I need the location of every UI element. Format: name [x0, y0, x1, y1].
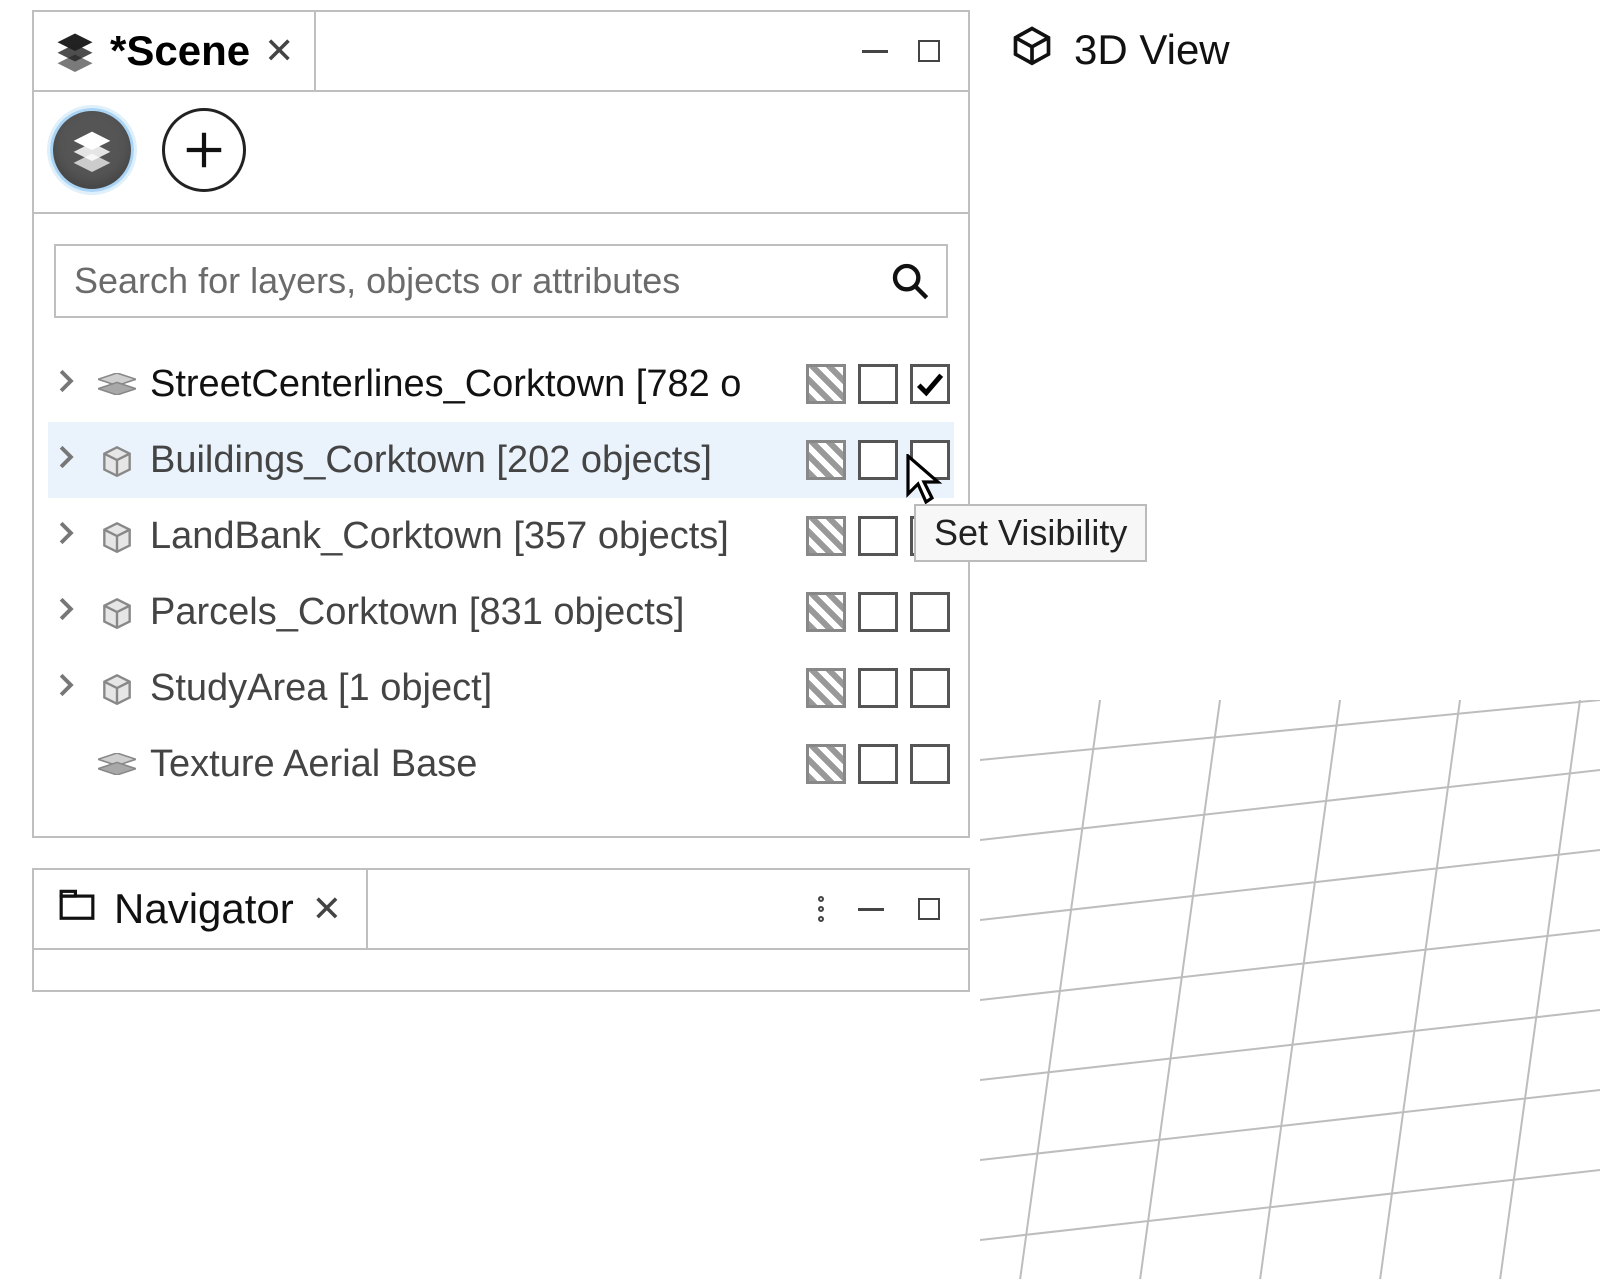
search-row [34, 214, 968, 336]
layer-row[interactable]: Buildings_Corktown [202 objects] [48, 422, 954, 498]
layer-label: LandBank_Corktown [357 objects] [150, 515, 796, 558]
cube-icon [94, 441, 140, 479]
color-swatch[interactable] [806, 744, 846, 784]
visibility-tooltip: Set Visibility [914, 504, 1147, 562]
navigator-panel: Navigator ✕ [32, 868, 970, 992]
planes-icon [94, 373, 140, 395]
add-button[interactable] [162, 108, 246, 192]
layer-toggles [806, 592, 954, 632]
viewport-tab-title: 3D View [1074, 26, 1230, 74]
layer-label: Buildings_Corktown [202 objects] [150, 439, 796, 482]
cube-icon [94, 593, 140, 631]
color-swatch[interactable] [806, 364, 846, 404]
scene-panel: *Scene ✕ [32, 10, 970, 838]
scene-tab-strip: *Scene ✕ [34, 12, 968, 92]
search-input[interactable] [72, 259, 890, 303]
visibility-checkbox[interactable] [910, 668, 950, 708]
search-icon[interactable] [890, 261, 930, 301]
lock-checkbox[interactable] [858, 592, 898, 632]
navigator-tab-title: Navigator [114, 885, 294, 933]
color-swatch[interactable] [806, 592, 846, 632]
scene-tab[interactable]: *Scene ✕ [34, 12, 316, 90]
visibility-checkbox[interactable] [910, 592, 950, 632]
expand-chevron-icon[interactable] [48, 444, 84, 477]
close-icon[interactable]: ✕ [264, 30, 294, 72]
layer-toggles [806, 744, 954, 784]
cube-icon [94, 517, 140, 555]
lock-checkbox[interactable] [858, 364, 898, 404]
layer-toggles [806, 668, 954, 708]
lock-checkbox[interactable] [858, 744, 898, 784]
cube-icon [1010, 23, 1054, 77]
visibility-checkbox[interactable] [910, 364, 950, 404]
layer-label: Parcels_Corktown [831 objects] [150, 591, 796, 634]
color-swatch[interactable] [806, 668, 846, 708]
expand-chevron-icon[interactable] [48, 596, 84, 629]
expand-chevron-icon[interactable] [48, 368, 84, 401]
layer-row[interactable]: Parcels_Corktown [831 objects] [48, 574, 954, 650]
planes-icon [94, 753, 140, 775]
lock-checkbox[interactable] [858, 516, 898, 556]
layer-list: StreetCenterlines_Corktown [782 o Buildi… [34, 336, 968, 836]
scene-tab-title: *Scene [110, 27, 250, 75]
minimize-button[interactable] [862, 50, 888, 53]
search-box[interactable] [54, 244, 948, 318]
layers-icon [54, 30, 96, 72]
layer-toggles [806, 440, 954, 480]
more-options-icon[interactable] [818, 896, 824, 922]
expand-chevron-icon[interactable] [48, 520, 84, 553]
layer-label: Texture Aerial Base [150, 743, 796, 786]
minimize-button[interactable] [858, 908, 884, 911]
layer-row[interactable]: Texture Aerial Base [48, 726, 954, 802]
layer-row[interactable]: LandBank_Corktown [357 objects] [48, 498, 954, 574]
maximize-button[interactable] [918, 40, 940, 62]
layer-row[interactable]: StreetCenterlines_Corktown [782 o [48, 346, 954, 422]
navigator-tab-strip: Navigator ✕ [34, 870, 968, 950]
lock-checkbox[interactable] [858, 668, 898, 708]
lock-checkbox[interactable] [858, 440, 898, 480]
cube-icon [94, 669, 140, 707]
layers-button[interactable] [50, 108, 134, 192]
viewport-tab[interactable]: 3D View [1010, 10, 1600, 90]
color-swatch[interactable] [806, 440, 846, 480]
layer-toggles [806, 364, 954, 404]
viewport-grid [980, 700, 1600, 1279]
folder-icon [58, 885, 96, 933]
visibility-checkbox[interactable] [910, 744, 950, 784]
color-swatch[interactable] [806, 516, 846, 556]
layer-label: StudyArea [1 object] [150, 667, 796, 710]
scene-toolbar [34, 92, 968, 214]
layer-row[interactable]: StudyArea [1 object] [48, 650, 954, 726]
layer-label: StreetCenterlines_Corktown [782 o [150, 363, 796, 406]
navigator-tab[interactable]: Navigator ✕ [34, 870, 368, 948]
expand-chevron-icon[interactable] [48, 672, 84, 705]
close-icon[interactable]: ✕ [312, 888, 342, 930]
visibility-checkbox[interactable] [910, 440, 950, 480]
maximize-button[interactable] [918, 898, 940, 920]
